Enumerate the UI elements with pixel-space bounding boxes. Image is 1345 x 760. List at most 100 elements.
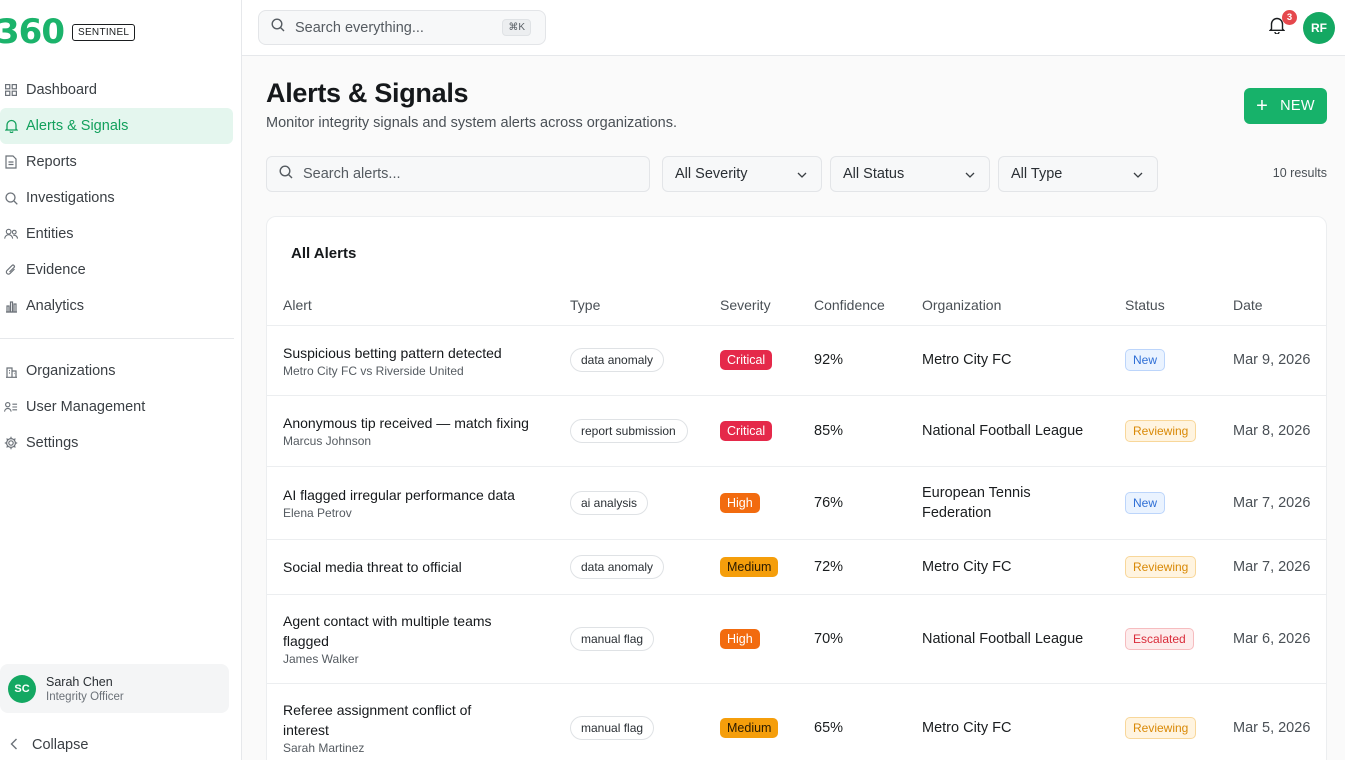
column-header-severity[interactable]: Severity [720,285,814,326]
bar-chart-icon [4,299,18,313]
severity-badge: Medium [720,717,779,738]
severity-cell: Critical [720,325,814,396]
alert-cell: Agent contact with multiple teams flagge… [267,594,570,684]
status-badge: Reviewing [1125,716,1197,739]
severity-filter-select[interactable]: All Severity [662,156,822,192]
user-avatar-button[interactable]: RF [1303,12,1335,44]
sidebar-nav: Dashboard Alerts & Signals Reports Inves… [0,72,242,461]
brand-logo: 360 [0,12,65,52]
new-button-label: NEW [1280,98,1315,114]
sidebar-item-label: Reports [26,154,77,170]
severity-badge: Critical [720,350,773,370]
bell-icon [4,119,18,133]
organization-cell: European Tennis Federation [922,466,1125,540]
sidebar-item-user-management[interactable]: User Management [0,389,233,425]
alert-title[interactable]: Suspicious betting pattern detected [283,343,570,363]
severity-filter-value: All Severity [675,166,748,182]
alert-title[interactable]: Anonymous tip received — match fixing [283,413,570,433]
alert-title[interactable]: Agent contact with multiple teams flagge… [283,611,570,651]
nav-divider [0,338,234,339]
column-header-status[interactable]: Status [1125,285,1233,326]
organization-cell: National Football League [922,395,1125,467]
results-count: 10 results [1272,166,1327,180]
type-chip: manual flag [570,715,655,740]
sidebar: 360 SENTINEL Dashboard Alerts & Signals … [0,0,242,760]
alert-title[interactable]: Social media threat to official [283,557,570,577]
global-search-input[interactable] [295,19,495,36]
chevron-down-icon [1133,168,1143,178]
status-filter-select[interactable]: All Status [830,156,990,192]
column-header-confidence[interactable]: Confidence [814,285,922,326]
alerts-table: Alert Type Severity Confidence Organizat… [267,285,1326,760]
column-header-organization[interactable]: Organization [922,285,1125,326]
organization-cell: National Football League [922,594,1125,684]
table-row[interactable]: Agent contact with multiple teams flagge… [267,594,1326,684]
card-title: All Alerts [291,245,357,262]
search-icon [279,164,293,184]
table-row[interactable]: Anonymous tip received — match fixing Ma… [267,395,1326,467]
brand-tag: SENTINEL [71,23,136,41]
type-filter-select[interactable]: All Type [998,156,1158,192]
sidebar-item-label: Investigations [26,190,115,206]
alert-title[interactable]: Referee assignment conflict of interest [283,700,570,740]
sidebar-item-label: Entities [26,226,74,242]
type-chip: report submission [570,418,688,443]
grid-icon [4,83,18,97]
column-header-alert[interactable]: Alert [267,285,570,326]
table-row[interactable]: Social media threat to official data ano… [267,539,1326,595]
alert-search-input[interactable] [303,166,603,182]
alert-search[interactable] [266,156,650,192]
alert-cell: Referee assignment conflict of interest … [267,683,570,760]
table-row[interactable]: AI flagged irregular performance data El… [267,466,1326,540]
severity-cell: Medium [720,539,814,595]
new-alert-button[interactable]: + NEW [1244,88,1327,124]
type-chip: data anomaly [570,554,665,579]
global-search[interactable]: ⌘K [258,10,546,45]
type-cell: manual flag [570,594,720,684]
status-cell: New [1125,325,1233,396]
severity-badge: Critical [720,420,773,441]
column-header-date[interactable]: Date [1233,285,1326,326]
type-cell: report submission [570,395,720,467]
alert-cell: Suspicious betting pattern detected Metr… [267,325,570,396]
status-badge: Reviewing [1125,555,1197,578]
brand[interactable]: 360 SENTINEL [0,12,136,52]
sidebar-item-label: Organizations [26,363,116,379]
date-cell: Mar 5, 2026 [1233,683,1326,760]
current-user-card[interactable]: SC Sarah Chen Integrity Officer [0,664,229,713]
sidebar-item-settings[interactable]: Settings [0,425,233,461]
sidebar-item-label: Settings [26,435,79,451]
collapse-sidebar-button[interactable]: Collapse [10,737,88,753]
sidebar-item-evidence[interactable]: Evidence [0,252,233,288]
table-row[interactable]: Suspicious betting pattern detected Metr… [267,325,1326,396]
organization-cell: Metro City FC [922,683,1125,760]
sidebar-item-reports[interactable]: Reports [0,144,233,180]
notification-count-badge: 3 [1282,10,1297,25]
sidebar-item-label: User Management [26,399,146,415]
table-row[interactable]: Referee assignment conflict of interest … [267,683,1326,760]
sidebar-item-organizations[interactable]: Organizations [0,353,233,389]
type-cell: data anomaly [570,325,720,396]
alert-title[interactable]: AI flagged irregular performance data [283,485,570,505]
confidence-cell: 85% [814,395,922,467]
sidebar-item-label: Dashboard [26,82,97,98]
confidence-cell: 72% [814,539,922,595]
sidebar-item-dashboard[interactable]: Dashboard [0,72,233,108]
topbar: ⌘K 3 RF [242,0,1345,56]
severity-badge: High [720,492,760,513]
page-subtitle: Monitor integrity signals and system ale… [266,115,678,131]
sidebar-item-label: Evidence [26,262,86,278]
user-list-icon [4,400,18,414]
organization-cell: Metro City FC [922,539,1125,595]
sidebar-item-alerts[interactable]: Alerts & Signals [0,108,233,144]
confidence-cell: 70% [814,594,922,684]
status-filter-value: All Status [843,166,905,182]
date-cell: Mar 7, 2026 [1233,466,1326,540]
column-header-type[interactable]: Type [570,285,720,326]
sidebar-item-entities[interactable]: Entities [0,216,233,252]
sidebar-item-investigations[interactable]: Investigations [0,180,233,216]
confidence-cell: 76% [814,466,922,540]
search-icon [4,191,18,205]
avatar: SC [8,674,36,703]
sidebar-item-analytics[interactable]: Analytics [0,288,233,324]
